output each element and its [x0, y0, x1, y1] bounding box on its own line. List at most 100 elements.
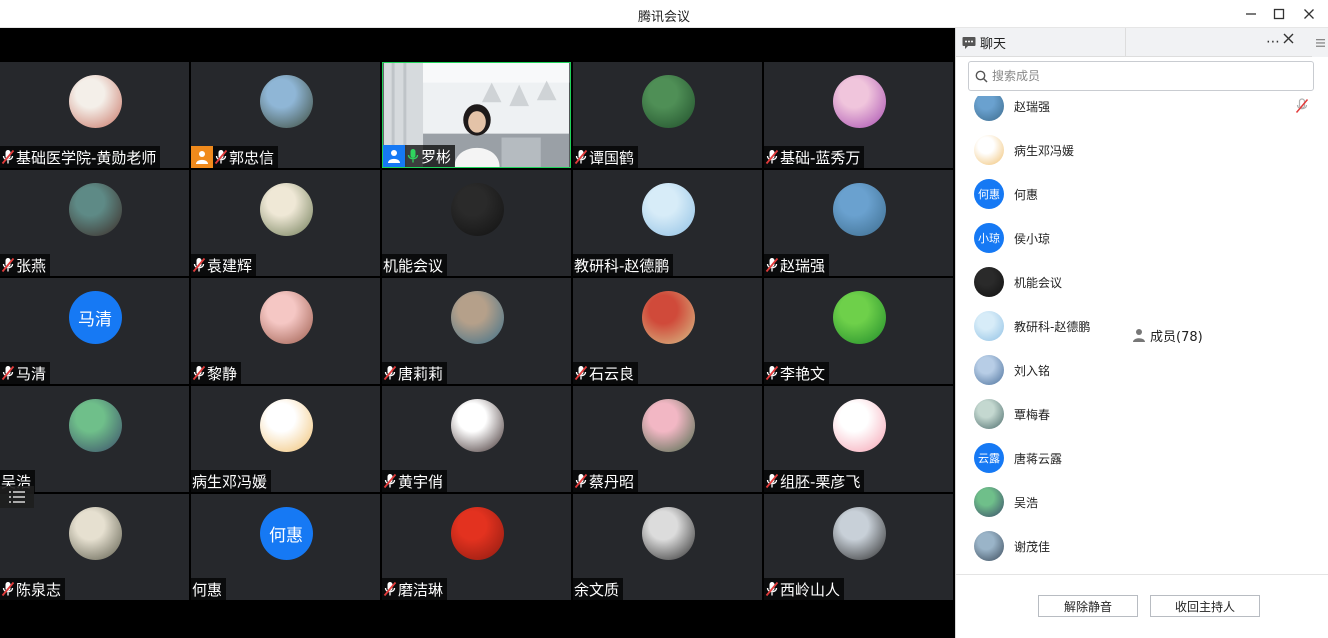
participant-tile[interactable]: 教研科-赵德鹏 — [573, 170, 762, 276]
photo-child-bunny-icon — [259, 291, 313, 344]
mic-off-icon — [765, 257, 779, 273]
close-icon[interactable] — [1298, 3, 1320, 25]
participant-namebar: 李艳文 — [764, 362, 830, 384]
photo-man-reading-icon — [641, 507, 695, 560]
participant-tile[interactable]: 马清 马清 — [0, 278, 189, 384]
participant-namebar: 磨洁琳 — [382, 578, 448, 600]
list-icon[interactable] — [0, 486, 34, 508]
photo-clouds-icon — [974, 355, 1004, 385]
participant-name: 余文质 — [574, 580, 620, 599]
mic-off-icon — [1, 365, 15, 381]
photo-portrait-pink-icon — [832, 75, 886, 128]
participant-namebar: 蔡丹昭 — [573, 470, 639, 492]
member-list-item[interactable]: 赵瑞强 — [956, 96, 1328, 128]
photo-coast-icon — [974, 96, 1004, 121]
participant-tile[interactable]: 蔡丹昭 — [573, 386, 762, 492]
participant-name: 西岭山人 — [780, 580, 841, 599]
member-list-item[interactable]: 机能会议 — [956, 260, 1328, 304]
participant-tile[interactable]: 基础-蓝秀万 — [764, 62, 953, 168]
reclaim-host-button[interactable]: 收回主持人 — [1150, 595, 1260, 617]
minimize-icon[interactable] — [1240, 3, 1262, 25]
member-name: 谢茂佳 — [1014, 539, 1051, 554]
participant-tile[interactable]: 罗彬 — [382, 62, 571, 168]
photo-red-abstract-icon — [450, 507, 504, 560]
participant-name: 谭国鹤 — [589, 148, 635, 167]
member-name: 侯小琼 — [1014, 231, 1051, 246]
member-list-item[interactable]: 教研科-赵德鹏 — [956, 304, 1328, 348]
participant-tile[interactable]: 磨洁琳 — [382, 494, 571, 600]
member-list-item[interactable]: 何惠 何惠 — [956, 172, 1328, 216]
photo-woman-outdoor-icon — [450, 291, 504, 344]
photo-sky-icon — [974, 311, 1004, 341]
participant-namebar: 张燕 — [0, 254, 51, 276]
participant-name: 教研科-赵德鹏 — [574, 256, 670, 275]
participant-tile[interactable]: 机能会议 — [382, 170, 571, 276]
mic-off-icon[interactable] — [1295, 98, 1309, 114]
panel-tabs: 聊天 成员(78) ⋯ — [956, 28, 1328, 574]
participant-tile[interactable]: 何惠 何惠 — [191, 494, 380, 600]
participant-name: 罗彬 — [421, 147, 452, 166]
participant-tile[interactable]: 基础医学院-黄勋老师 — [0, 62, 189, 168]
photo-lake-icon — [974, 399, 1004, 429]
participant-tile[interactable]: 吴浩 — [0, 386, 189, 492]
participant-name: 唐莉莉 — [398, 364, 444, 383]
participant-name: 基础医学院-黄勋老师 — [16, 148, 157, 167]
avatar-initials: 小琼 — [974, 223, 1004, 253]
participant-tile[interactable]: 石云良 — [573, 278, 762, 384]
participant-namebar: 病生邓冯媛 — [191, 470, 272, 492]
photo-lake-sunset-icon — [259, 75, 313, 128]
mic-off-icon — [765, 365, 779, 381]
tab-chat[interactable]: 聊天 — [956, 28, 1126, 57]
photo-green-leaves-icon — [832, 291, 886, 344]
member-name: 何惠 — [1014, 187, 1039, 202]
mic-off-icon — [765, 581, 779, 597]
participant-tile[interactable]: 黄宇俏 — [382, 386, 571, 492]
participant-name: 病生邓冯媛 — [192, 472, 268, 491]
more-icon[interactable]: ⋯ — [1266, 34, 1280, 50]
photo-man-dark-icon — [450, 183, 504, 236]
participant-tile[interactable]: 郭忠信 — [191, 62, 380, 168]
participant-tile[interactable]: 病生邓冯媛 — [191, 386, 380, 492]
participant-tile[interactable]: 组胚-栗彦飞 — [764, 386, 953, 492]
member-list-item[interactable]: 覃梅春 — [956, 392, 1328, 436]
participant-tile[interactable]: 张燕 — [0, 170, 189, 276]
member-list-item[interactable]: 刘入铭 — [956, 348, 1328, 392]
photo-lotus-leaves-icon — [641, 75, 695, 128]
photo-sky-icon — [641, 183, 695, 236]
participant-name: 黎静 — [207, 364, 238, 383]
close-panel-icon[interactable] — [1283, 32, 1294, 48]
search-box[interactable] — [968, 61, 1314, 91]
search-input[interactable] — [992, 69, 1292, 83]
participant-tile[interactable]: 袁建辉 — [191, 170, 380, 276]
mic-off-icon — [574, 473, 588, 489]
participant-namebar: 陈泉志 — [0, 578, 66, 600]
member-name: 唐蒋云露 — [1014, 451, 1063, 466]
participant-tile[interactable]: 李艳文 — [764, 278, 953, 384]
member-list-item[interactable]: 小琼 侯小琼 — [956, 216, 1328, 260]
participant-namebar: 组胚-栗彦飞 — [764, 470, 865, 492]
participant-namebar: 袁建辉 — [191, 254, 257, 276]
participant-namebar: 谭国鹤 — [573, 146, 639, 168]
member-list-item[interactable]: 谢茂佳 — [956, 524, 1328, 568]
member-list-item[interactable]: 吴浩 — [956, 480, 1328, 524]
member-list-item[interactable]: 云露 唐蒋云露 — [956, 436, 1328, 480]
maximize-icon[interactable] — [1268, 3, 1290, 25]
member-list-item[interactable]: 病生邓冯媛 — [956, 128, 1328, 172]
participant-namebar: 赵瑞强 — [764, 254, 830, 276]
participant-grid: 基础医学院-黄勋老师 郭忠信 罗彬 谭国鹤 基础-蓝秀万张燕 袁建辉 机能会议 教研科-赵德鹏… — [0, 62, 955, 602]
participant-tile[interactable]: 赵瑞强 — [764, 170, 953, 276]
participant-name: 石云良 — [589, 364, 635, 383]
participant-namebar: 石云良 — [573, 362, 639, 384]
participant-tile[interactable]: 唐莉莉 — [382, 278, 571, 384]
photo-peony-icon — [641, 399, 695, 452]
unmute-all-button[interactable]: 解除静音 — [1038, 595, 1138, 617]
participant-tile[interactable]: 西岭山人 — [764, 494, 953, 600]
participant-name: 张燕 — [16, 256, 47, 275]
participant-tile[interactable]: 陈泉志 — [0, 494, 189, 600]
participant-tile[interactable]: 谭国鹤 — [573, 62, 762, 168]
participant-namebar: 基础-蓝秀万 — [764, 146, 865, 168]
menu-icon[interactable] — [1312, 28, 1328, 57]
participant-tile[interactable]: 余文质 — [573, 494, 762, 600]
participant-tile[interactable]: 黎静 — [191, 278, 380, 384]
member-name: 病生邓冯媛 — [1014, 143, 1075, 158]
